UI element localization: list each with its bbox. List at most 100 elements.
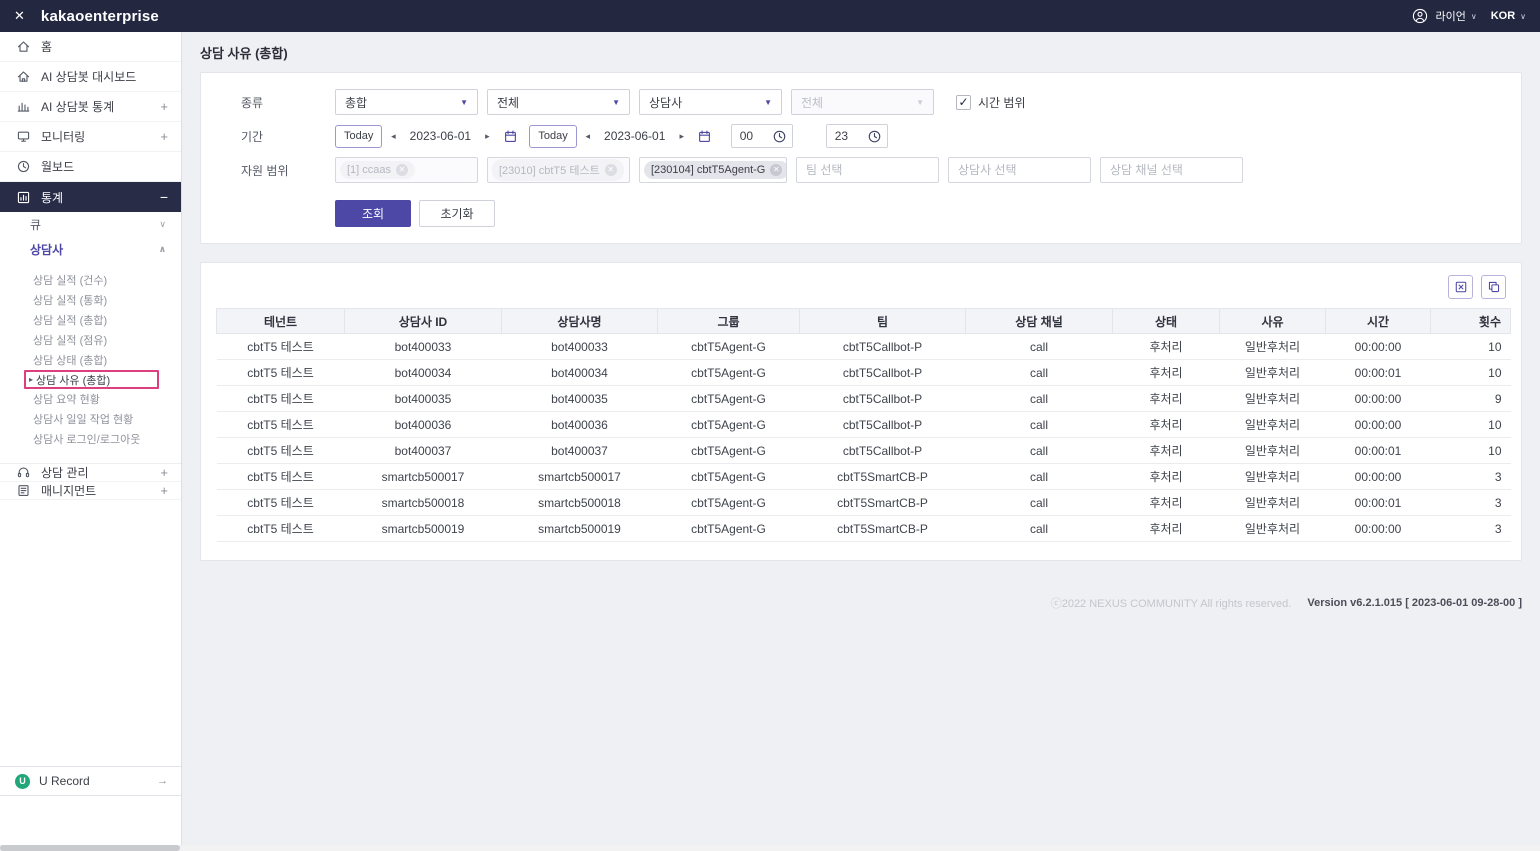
filter-row-period: 기간 Today ◂ 2023-06-01 ▸ Today ◂ 2023-06-… (201, 119, 1521, 153)
collapse-minus-icon[interactable]: − (160, 189, 168, 205)
agent-submenu: 상담 실적 (건수)상담 실적 (통화) 상담 실적 (총합) 상담 실적 (점유)… (0, 262, 181, 463)
sidebar-item-monitoring[interactable]: 모니터링 + (0, 122, 181, 152)
table-cell: cbtT5Agent-G (658, 386, 800, 412)
chip-remove-icon: ✕ (396, 164, 408, 176)
sidebar-subitem[interactable]: 상담 실적 (점유) (24, 330, 159, 350)
team-select-input[interactable] (796, 157, 939, 183)
sidebar-subitem-label: 상담 사유 (총합) (36, 372, 110, 388)
table-cell: bot400035 (502, 386, 658, 412)
search-button[interactable]: 조회 (335, 200, 411, 227)
language-selector[interactable]: KOR (1491, 10, 1515, 22)
sidebar-item-home[interactable]: 홈 (0, 32, 181, 62)
sidebar-item-u-record[interactable]: U U Record → (0, 766, 181, 796)
management-doc-icon (16, 483, 31, 498)
sidebar-subitem[interactable]: 상담사 일일 작업 현황 (24, 409, 159, 429)
table-row[interactable]: cbtT5 테스트smartcb500017smartcb500017cbtT5… (217, 464, 1511, 490)
target-select[interactable]: 상담사 ▼ (639, 89, 782, 115)
table-cell: cbtT5Callbot-P (800, 334, 966, 360)
table-row[interactable]: cbtT5 테스트bot400033bot400033cbtT5Agent-Gc… (217, 334, 1511, 360)
table-row[interactable]: cbtT5 테스트bot400037bot400037cbtT5Agent-Gc… (217, 438, 1511, 464)
chevron-up-icon: ∧ (159, 244, 166, 255)
sidebar-subitem[interactable]: 상담사 로그인/로그아웃 (24, 429, 159, 449)
table-cell: bot400036 (502, 412, 658, 438)
table-cell: bot400036 (345, 412, 502, 438)
expand-plus-icon[interactable]: + (160, 483, 168, 498)
chip-remove-icon[interactable]: ✕ (770, 164, 782, 176)
column-header: 팀 (800, 309, 966, 334)
time-range-checkbox[interactable]: ✓ (956, 95, 971, 110)
group-chip[interactable]: [230104] cbtT5Agent-G ✕ (644, 161, 787, 179)
sidebar-section-queue[interactable]: 큐 ∨ (0, 212, 181, 237)
end-today-button[interactable]: Today (529, 125, 576, 148)
start-date-next-icon[interactable]: ▸ (476, 131, 498, 142)
agent-select-input[interactable] (948, 157, 1091, 183)
start-date-prev-icon[interactable]: ◂ (382, 131, 404, 142)
export-excel-icon[interactable] (1448, 275, 1473, 299)
sidebar-subitem[interactable]: ▸상담 사유 (총합) (24, 370, 159, 389)
end-calendar-icon[interactable] (693, 124, 717, 148)
end-date-prev-icon[interactable]: ◂ (577, 131, 599, 142)
table-row[interactable]: cbtT5 테스트bot400034bot400034cbtT5Agent-Gc… (217, 360, 1511, 386)
table-row[interactable]: cbtT5 테스트smartcb500019smartcb500019cbtT5… (217, 516, 1511, 542)
language-chevron-icon[interactable]: ∨ (1520, 12, 1526, 21)
table-cell: smartcb500019 (502, 516, 658, 542)
sidebar-item-ai-bot-dashboard[interactable]: AI 상담봇 대시보드 (0, 62, 181, 92)
sidebar-item-wallboard[interactable]: 월보드 (0, 152, 181, 182)
sidebar-item-management[interactable]: 매니지먼트 + (0, 482, 181, 500)
channel-select-input[interactable] (1100, 157, 1243, 183)
sidebar-item-label: AI 상담봇 통계 (41, 98, 114, 115)
sidebar-subitem[interactable]: 상담 상태 (총합) (24, 350, 159, 370)
sidebar-subitem[interactable]: 상담 실적 (총합) (24, 310, 159, 330)
type-select[interactable]: 총합 ▼ (335, 89, 478, 115)
sidebar-subitem[interactable]: 상담 실적 (통화) (24, 290, 159, 310)
table-row[interactable]: cbtT5 테스트bot400035bot400035cbtT5Agent-Gc… (217, 386, 1511, 412)
content: 상담 사유 (총합) 종류 총합 ▼ 전체 ▼ 상담사 ▼ (182, 32, 1540, 851)
sidebar-item-label: 홈 (41, 38, 52, 55)
sidebar-item-label: 통계 (41, 189, 63, 206)
expand-plus-icon[interactable]: + (160, 465, 168, 480)
channel-select-value: 전체 (801, 94, 823, 111)
horizontal-scrollbar[interactable] (0, 845, 1540, 851)
table-row[interactable]: cbtT5 테스트smartcb500018smartcb500018cbtT5… (217, 490, 1511, 516)
table-cell: call (966, 386, 1113, 412)
group-chip-box[interactable]: [230104] cbtT5Agent-G ✕ (639, 157, 787, 183)
table-cell: 10 (1431, 412, 1511, 438)
close-icon[interactable]: ✕ (14, 8, 25, 24)
table-row[interactable]: cbtT5 테스트bot400036bot400036cbtT5Agent-Gc… (217, 412, 1511, 438)
sidebar-subitem[interactable]: 상담 요약 현황 (24, 389, 159, 409)
chevron-down-icon: ∨ (159, 219, 166, 230)
main-area: 홈 AI 상담봇 대시보드 AI 상담봇 통계 + 모니터링 + 월보드 (0, 32, 1540, 851)
end-date-next-icon[interactable]: ▸ (671, 131, 693, 142)
sidebar-subitem-label: 상담 실적 (총합) (33, 312, 107, 328)
chip-remove-icon: ✕ (605, 164, 617, 176)
topbar: ✕ kakaoenterprise 라이언 ∨ KOR ∨ (0, 0, 1540, 32)
scrollbar-thumb[interactable] (0, 845, 180, 851)
table-cell: cbtT5Callbot-P (800, 386, 966, 412)
sidebar-subitem[interactable]: 상담 실적 (건수) (24, 270, 159, 290)
scope-select[interactable]: 전체 ▼ (487, 89, 630, 115)
sidebar-item-ai-bot-stats[interactable]: AI 상담봇 통계 + (0, 92, 181, 122)
end-hour-select[interactable]: 23 (826, 124, 888, 148)
column-header: 그룹 (658, 309, 800, 334)
table-cell: bot400033 (502, 334, 658, 360)
user-avatar-icon[interactable] (1412, 8, 1428, 24)
user-menu-chevron-icon[interactable]: ∨ (1471, 12, 1477, 21)
wallboard-clock-icon (16, 159, 31, 174)
version-text: Version v6.2.1.015 [ 2023-06-01 09-28-00… (1307, 597, 1522, 609)
sidebar-section-agent[interactable]: 상담사 ∧ (0, 237, 181, 262)
start-today-button[interactable]: Today (335, 125, 382, 148)
user-name[interactable]: 라이언 (1435, 8, 1465, 24)
sidebar-item-consult-mgmt[interactable]: 상담 관리 + (0, 464, 181, 482)
sidebar-item-label: 모니터링 (41, 128, 85, 145)
reset-button[interactable]: 초기화 (419, 200, 495, 227)
expand-plus-icon[interactable]: + (160, 99, 168, 114)
table-cell: bot400034 (345, 360, 502, 386)
column-header: 상담사명 (502, 309, 658, 334)
start-calendar-icon[interactable] (498, 124, 522, 148)
filter-row-type: 종류 총합 ▼ 전체 ▼ 상담사 ▼ 전체 ▼ (201, 85, 1521, 119)
sidebar-item-stats[interactable]: 통계 − (0, 182, 181, 212)
tenant-chip: [1] ccaas ✕ (340, 161, 415, 179)
copy-table-icon[interactable] (1481, 275, 1506, 299)
start-hour-select[interactable]: 00 (731, 124, 793, 148)
expand-plus-icon[interactable]: + (160, 129, 168, 144)
